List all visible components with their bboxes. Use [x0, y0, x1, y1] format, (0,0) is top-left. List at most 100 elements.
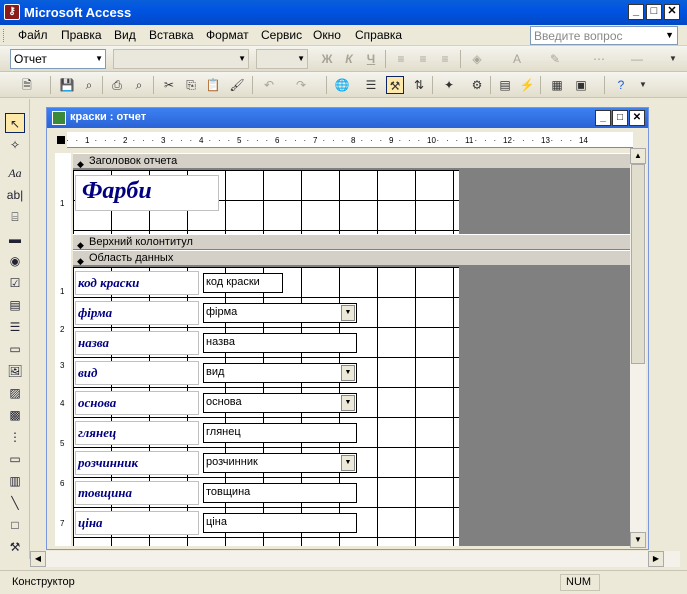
report-header-bar[interactable]: ◆ Заголовок отчета	[73, 153, 633, 169]
line-width-icon[interactable]: ⋯	[590, 50, 608, 68]
toolbox-icon[interactable]: ⚒	[386, 76, 404, 94]
menu-edit[interactable]: Правка	[61, 28, 102, 42]
field-label[interactable]: фірма	[75, 301, 199, 325]
bold-icon[interactable]: Ж	[318, 50, 336, 68]
toolbar-options-icon[interactable]: ▼	[664, 50, 682, 68]
bound-frame-icon[interactable]: ▩	[5, 405, 25, 425]
checkbox-tool-icon[interactable]: ☑	[5, 273, 25, 293]
build-icon[interactable]: ⚡	[518, 76, 536, 94]
save-icon[interactable]: 💾	[58, 76, 76, 94]
page-break-icon[interactable]: ⋮	[5, 427, 25, 447]
italic-icon[interactable]: К	[340, 50, 358, 68]
chevron-down-icon[interactable]: ▼	[238, 54, 246, 63]
report-minimize-button[interactable]: _	[595, 110, 611, 126]
field-label[interactable]: код краски	[75, 271, 199, 295]
scroll-left-icon[interactable]: ◀	[30, 551, 46, 567]
copy-icon[interactable]: ⎘	[182, 76, 200, 94]
code-icon[interactable]: ⚙	[468, 76, 486, 94]
scroll-up-icon[interactable]: ▲	[630, 148, 646, 164]
combo-control[interactable]: вид ▼	[203, 363, 357, 383]
field-label[interactable]: основа	[75, 391, 199, 415]
rectangle-tool-icon[interactable]: □	[5, 515, 25, 535]
toggle-button-icon[interactable]: ▬	[5, 229, 25, 249]
field-label[interactable]: назва	[75, 331, 199, 355]
sorting-grouping-icon[interactable]: ⇅	[410, 76, 428, 94]
border-style-icon[interactable]: —	[628, 50, 646, 68]
help-search-input[interactable]: Введите вопрос ▼	[530, 26, 678, 45]
undo-icon[interactable]: ↶	[260, 76, 278, 94]
new-object-icon[interactable]: ▣	[572, 76, 590, 94]
field-label[interactable]: ціна	[75, 511, 199, 535]
minimize-button[interactable]: _	[628, 4, 644, 20]
option-group-icon[interactable]: ⌸	[5, 207, 25, 227]
search-icon[interactable]: ⌕	[80, 76, 98, 94]
report-selector[interactable]	[55, 134, 67, 146]
line-tool-icon[interactable]: ╲	[5, 493, 25, 513]
field-label[interactable]: глянец	[75, 421, 199, 445]
combo-control[interactable]: фірма ▼	[203, 303, 357, 323]
menu-window[interactable]: Окно	[313, 28, 341, 42]
image-tool-icon[interactable]: 🖼	[5, 361, 25, 381]
option-button-icon[interactable]: ◉	[5, 251, 25, 271]
line-color-icon[interactable]: ✎	[546, 50, 564, 68]
menu-view[interactable]: Вид	[114, 28, 136, 42]
control-wizards-icon[interactable]: ✧	[5, 135, 25, 155]
label-tool-icon[interactable]: Aa	[5, 163, 25, 183]
chevron-down-icon[interactable]: ▼	[341, 305, 355, 321]
scroll-right-icon[interactable]: ▶	[648, 551, 664, 567]
menu-file[interactable]: Файл	[18, 28, 48, 42]
scroll-down-icon[interactable]: ▼	[630, 532, 646, 548]
font-color-icon[interactable]: A	[508, 50, 526, 68]
autoformat-icon[interactable]: ✦	[440, 76, 458, 94]
textbox-control[interactable]: товщина	[203, 483, 357, 503]
unbound-frame-icon[interactable]: ▨	[5, 383, 25, 403]
horizontal-ruler[interactable]: 1···2···3···4···5···6···7···8···9···10··…	[67, 132, 633, 148]
redo-icon[interactable]: ↷	[292, 76, 310, 94]
view-icon[interactable]: 🗎	[18, 76, 36, 94]
paste-icon[interactable]: 📋	[204, 76, 222, 94]
print-preview-icon[interactable]: ⌕	[130, 76, 148, 94]
field-label[interactable]: вид	[75, 361, 199, 385]
access-app-icon[interactable]: ⚷	[4, 4, 20, 20]
help-icon[interactable]: ?	[612, 76, 630, 94]
menu-help[interactable]: Справка	[355, 28, 402, 42]
horizontal-scrollbar[interactable]: ◀ ▶	[30, 551, 680, 567]
detail-bar[interactable]: ◆ Область данных	[73, 250, 633, 266]
detail-area[interactable]: код краски код краски фірма фірма ▼ назва назв…	[73, 267, 459, 546]
underline-icon[interactable]: Ч	[362, 50, 380, 68]
chevron-down-icon[interactable]: ▼	[665, 30, 674, 40]
command-button-icon[interactable]: ▭	[5, 339, 25, 359]
chevron-down-icon[interactable]: ▼	[297, 54, 305, 63]
chevron-down-icon[interactable]: ▼	[341, 365, 355, 381]
combo-control[interactable]: основа ▼	[203, 393, 357, 413]
field-label[interactable]: товщина	[75, 481, 199, 505]
align-center-icon[interactable]: ≡	[414, 50, 432, 68]
object-combo[interactable]: Отчет ▼	[10, 49, 106, 69]
subform-icon[interactable]: ▥	[5, 471, 25, 491]
menu-insert[interactable]: Вставка	[149, 28, 194, 42]
field-list-icon[interactable]: ☰	[362, 76, 380, 94]
chevron-down-icon[interactable]: ▼	[95, 54, 103, 63]
report-close-button[interactable]: ✕	[629, 110, 645, 126]
toolbar-options-icon[interactable]: ▼	[634, 76, 652, 94]
page-header-bar[interactable]: ◆ Верхний колонтитул	[73, 234, 633, 250]
textbox-control[interactable]: код краски	[203, 273, 283, 293]
textbox-tool-icon[interactable]: ab|	[5, 185, 25, 205]
menu-format[interactable]: Формат	[206, 28, 249, 42]
field-label[interactable]: розчинник	[75, 451, 199, 475]
align-right-icon[interactable]: ≡	[436, 50, 454, 68]
print-icon[interactable]: ⎙	[108, 76, 126, 94]
report-vertical-scrollbar[interactable]: ▲ ▼	[630, 148, 646, 548]
cut-icon[interactable]: ✂	[160, 76, 178, 94]
chevron-down-icon[interactable]: ▼	[341, 395, 355, 411]
font-name-combo[interactable]: ▼	[113, 49, 249, 69]
report-title-label[interactable]: Фарби	[75, 175, 219, 211]
combo-control[interactable]: розчинник ▼	[203, 453, 357, 473]
textbox-control[interactable]: назва	[203, 333, 357, 353]
list-box-tool-icon[interactable]: ☰	[5, 317, 25, 337]
textbox-control[interactable]: ціна	[203, 513, 357, 533]
close-button[interactable]: ✕	[664, 4, 680, 20]
fill-color-icon[interactable]: ◈	[468, 50, 486, 68]
tab-control-icon[interactable]: ▭	[5, 449, 25, 469]
database-window-icon[interactable]: ▦	[548, 76, 566, 94]
